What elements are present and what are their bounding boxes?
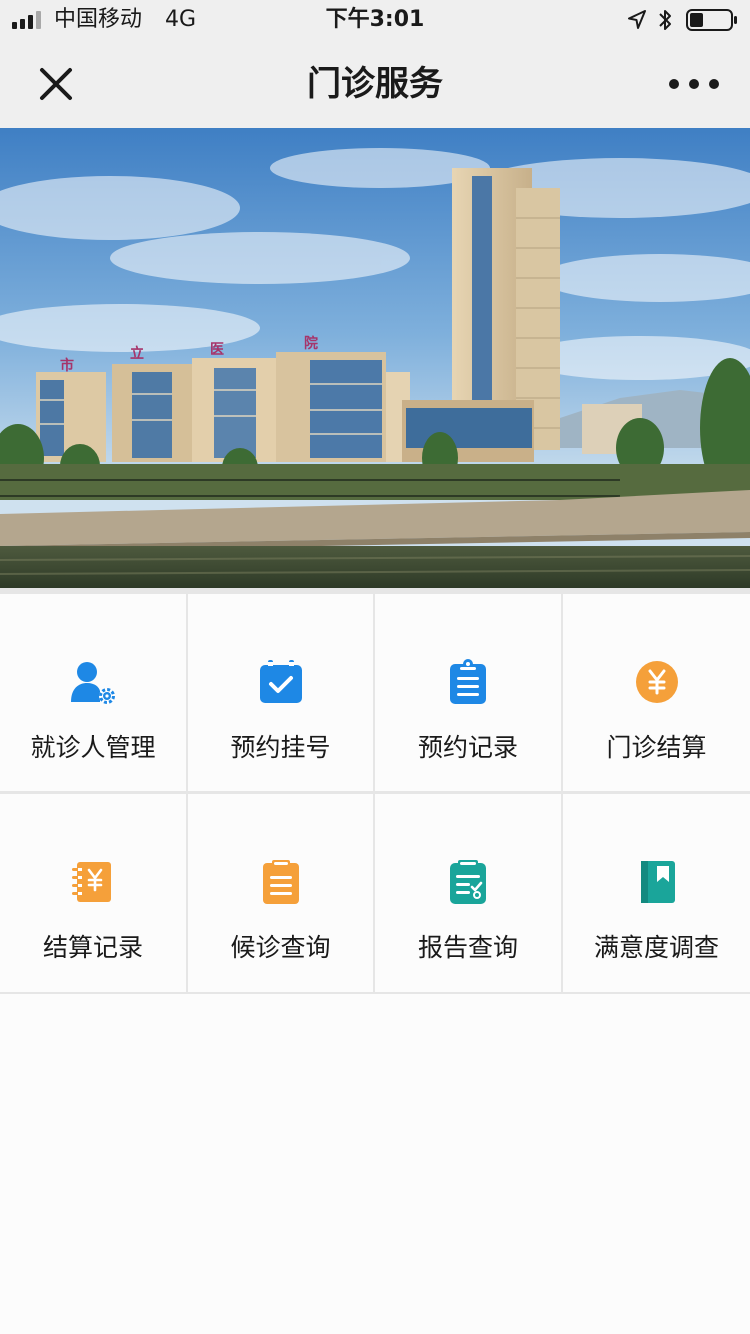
patient-settings-icon: [71, 662, 115, 704]
service-outpatient-payment[interactable]: 门诊结算: [563, 594, 750, 791]
hospital-banner-image: 市 立 医 院: [0, 128, 750, 588]
clipboard-list-icon: [450, 659, 486, 704]
empty-content-area: [0, 994, 750, 1334]
banner-sign-char: 立: [130, 345, 144, 362]
service-label: 结算记录: [42, 933, 143, 962]
service-waiting-query[interactable]: 候诊查询: [188, 794, 373, 992]
banner-sign-char: 医: [210, 342, 224, 358]
service-label: 候诊查询: [230, 933, 331, 962]
yuan-notebook-icon: [72, 862, 111, 902]
location-arrow-icon: [628, 10, 646, 29]
service-appointment-records[interactable]: 预约记录: [375, 594, 561, 791]
service-grid: 就诊人管理 预约挂号 预约记录 门诊结算 结算记录 候诊查询 报告查询 满意度调…: [0, 588, 750, 994]
service-label: 就诊人管理: [30, 733, 156, 762]
calendar-check-icon: [259, 660, 302, 703]
service-label: 满意度调查: [593, 933, 719, 962]
survey-book-icon: [640, 861, 675, 903]
service-satisfaction-survey[interactable]: 满意度调查: [563, 794, 750, 992]
status-bar: 中国移动 4G 下午3:01: [0, 0, 750, 40]
service-label: 预约记录: [417, 733, 518, 762]
clipboard-queue-icon: [262, 860, 299, 904]
service-report-query[interactable]: 报告查询: [375, 794, 561, 992]
battery-icon: [686, 9, 737, 31]
page-title: 门诊服务: [307, 64, 443, 104]
banner-sign-char: 院: [304, 335, 318, 352]
hospital-photo: 市 立 医 院: [0, 128, 750, 588]
bluetooth-icon: [659, 10, 671, 30]
more-options-icon[interactable]: [668, 72, 720, 96]
service-appointment-booking[interactable]: 预约挂号: [188, 594, 373, 791]
nav-bar: 门诊服务: [0, 40, 750, 128]
report-check-icon: [450, 860, 486, 904]
service-label: 门诊结算: [606, 733, 707, 762]
service-label: 预约挂号: [230, 733, 331, 762]
service-patient-management[interactable]: 就诊人管理: [0, 594, 186, 791]
service-payment-records[interactable]: 结算记录: [0, 794, 186, 992]
service-label: 报告查询: [417, 933, 518, 962]
yuan-coin-icon: [635, 661, 678, 703]
banner-sign-char: 市: [60, 357, 74, 374]
